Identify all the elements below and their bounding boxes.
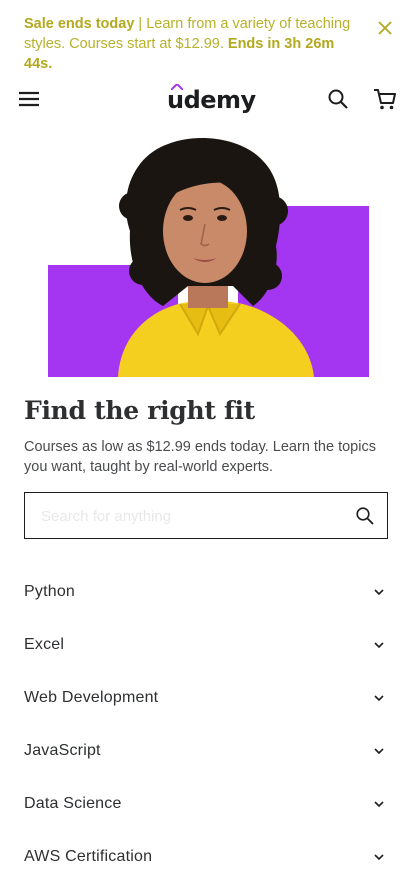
close-icon[interactable] (375, 18, 395, 38)
topic-label: Python (24, 583, 76, 600)
search-box (24, 492, 388, 540)
chevron-down-icon (374, 854, 384, 861)
topic-item-python[interactable]: Python (0, 565, 414, 618)
hamburger-icon[interactable] (16, 86, 42, 112)
chevron-down-icon (374, 748, 384, 755)
page-subtitle: Courses as low as $12.99 ends today. Lea… (24, 439, 376, 475)
logo-text: udemy (167, 86, 256, 114)
chevron-down-icon (374, 695, 384, 702)
topic-item-web-development[interactable]: Web Development (0, 671, 414, 724)
chevron-down-icon (374, 642, 384, 649)
topic-label: AWS Certification (24, 848, 153, 865)
chevron-down-icon (374, 589, 384, 596)
sale-banner-text: Sale ends today | Learn from a variety o… (24, 14, 364, 74)
topic-item-javascript[interactable]: JavaScript (0, 724, 414, 777)
udemy-logo[interactable]: udemy (167, 82, 256, 118)
topic-item-aws-certification[interactable]: AWS Certification (0, 830, 414, 883)
topic-list: Python Excel Web Development JavaScript … (0, 565, 414, 883)
search-submit-icon[interactable] (355, 506, 375, 526)
topic-label: Excel (24, 636, 65, 653)
topic-label: JavaScript (24, 742, 101, 759)
cart-icon[interactable] (372, 86, 398, 112)
hero-image (48, 136, 369, 377)
search-icon[interactable] (326, 87, 350, 111)
chevron-down-icon (374, 801, 384, 808)
topic-item-excel[interactable]: Excel (0, 618, 414, 671)
woman-portrait (118, 137, 314, 377)
sale-banner: Sale ends today | Learn from a variety o… (0, 0, 414, 72)
topic-label: Data Science (24, 795, 122, 812)
sale-lead: Sale ends today (24, 16, 135, 32)
topic-item-data-science[interactable]: Data Science (0, 777, 414, 830)
page-title: Find the right fit (24, 396, 255, 425)
search-input[interactable] (39, 493, 343, 540)
topic-label: Web Development (24, 689, 159, 706)
top-header: udemy (0, 72, 414, 128)
